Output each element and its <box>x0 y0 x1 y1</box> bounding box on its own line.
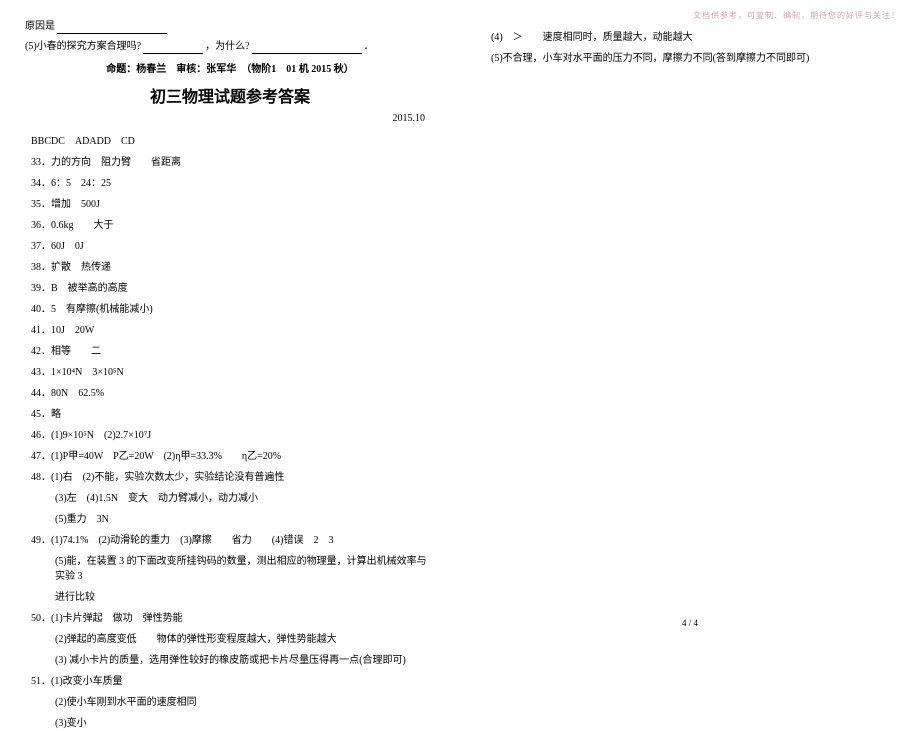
answer-35: 35．增加 500J <box>25 197 435 212</box>
blank-reason <box>57 24 167 34</box>
answer-50-1: 50．(1)卡片弹起 做功 弹性势能 <box>25 611 435 626</box>
answer-mc: BBCDC ADADD CD <box>25 134 435 149</box>
answer-39: 39．B 被举高的高度 <box>25 281 435 296</box>
answer-37: 37．60J 0J <box>25 239 435 254</box>
answer-41: 41．10J 20W <box>25 323 435 338</box>
answer-49-5: (5)能，在装置 3 的下面改变所挂钩码的数量，测出相应的物理量，计算出机械效率… <box>25 554 435 584</box>
answer-49-5b: 进行比较 <box>25 590 435 605</box>
answer-47: 47．(1)P甲=40W P乙=20W (2)η甲=33.3% η乙=20% <box>25 449 435 464</box>
answer-50-2: (2)弹起的高度变低 物体的弹性形变程度越大，弹性势能越大 <box>25 632 435 647</box>
doc-title: 初三物理试题参考答案 <box>25 83 435 107</box>
doc-date: 2015.10 <box>25 113 435 124</box>
answer-40: 40．5 有摩擦(机械能减小) <box>25 302 435 317</box>
q5-part-a: (5)小春的探究方案合理吗? <box>25 41 141 52</box>
answer-51-2: (2)使小车刚到水平面的速度相同 <box>25 695 435 710</box>
answer-48-3: (3)左 (4)1.5N 变大 动力臂减小，动力减小 <box>25 491 435 506</box>
answer-44: 44．80N 62.5% <box>25 386 435 401</box>
answer-right-5: (5)不合理，小车对水平面的压力不同，摩擦力不同(答到摩擦力不同即可) <box>485 51 895 66</box>
answer-49-1: 49．(1)74.1% (2)动滑轮的重力 (3)摩擦 省力 (4)错误 2 3 <box>25 533 435 548</box>
q5-part-b: ，为什么? <box>205 41 249 52</box>
answer-34: 34．6：5 24：25 <box>25 176 435 191</box>
answer-right-4: (4) ＞ 速度相同时，质量越大，动能越大 <box>485 30 895 45</box>
answer-36: 36．0.6kg 大于 <box>25 218 435 233</box>
answer-48-5: (5)重力 3N <box>25 512 435 527</box>
answer-43: 43．1×10⁴N 3×10⁵N <box>25 365 435 380</box>
answer-51-1: 51．(1)改变小车质量 <box>25 674 435 689</box>
credits-line: 命题：杨春兰 审核：张军华 （物阶1 01 机 2015 秋） <box>25 60 435 75</box>
answer-48-1: 48．(1)右 (2)不能，实验次数太少，实验结论没有普遍性 <box>25 470 435 485</box>
answer-45: 45．略 <box>25 407 435 422</box>
answer-42: 42．相等 二 <box>25 344 435 359</box>
reason-label: 原因是 <box>25 21 55 32</box>
answer-33: 33．力的方向 阻力臂 省距离 <box>25 155 435 170</box>
blank-q5a <box>143 44 203 54</box>
answer-46: 46．(1)9×10⁵N (2)2.7×10⁷J <box>25 428 435 443</box>
watermark-text: 文档供参考，可复制、编制，期待您的好评与关注！ <box>693 10 900 21</box>
answer-51-3: (3)变小 <box>25 716 435 731</box>
page-number: 4 / 4 <box>682 618 698 628</box>
answer-50-3: (3) 减小卡片的质量，选用弹性较好的橡皮筋或把卡片尽量压得再一点(合理即可) <box>25 653 435 668</box>
blank-q5b <box>252 44 362 54</box>
answer-38: 38．扩散 热传递 <box>25 260 435 275</box>
